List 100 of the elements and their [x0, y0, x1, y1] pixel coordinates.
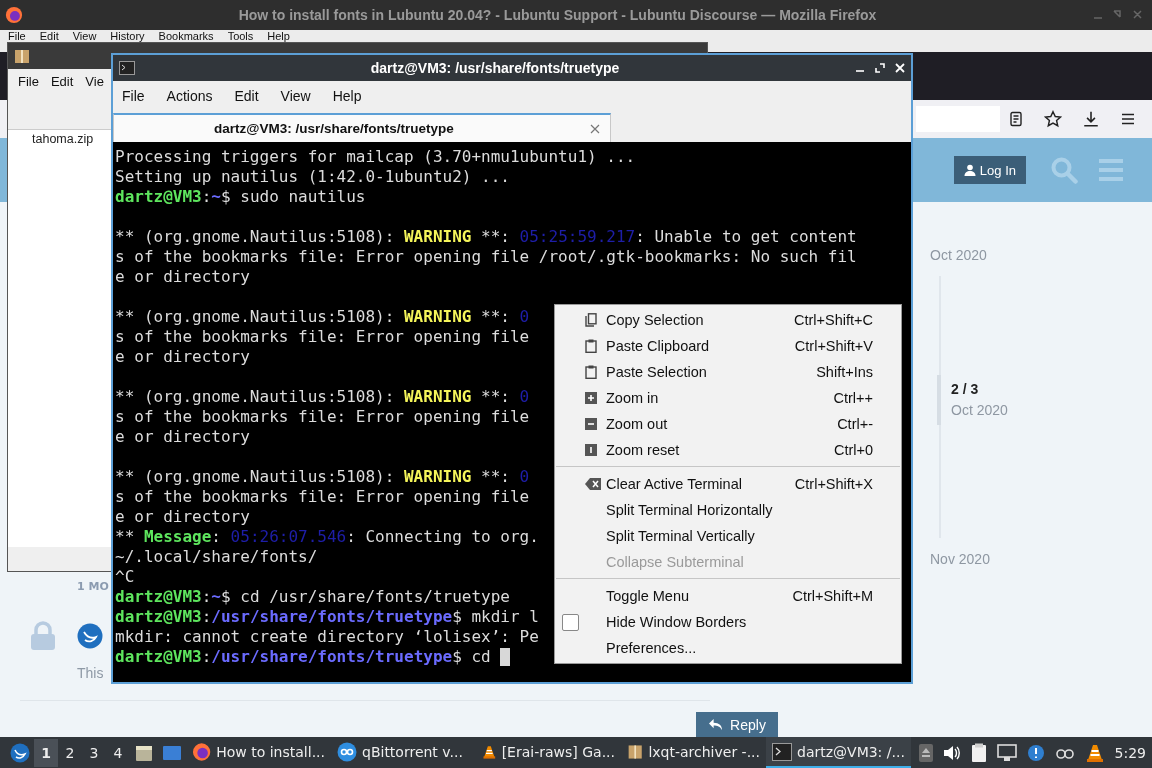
terminal-line: ** (org.gnome.Nautilus:5108): WARNING **: 0	[115, 387, 530, 407]
star-icon[interactable]	[1044, 110, 1062, 128]
window-title: How to install fonts in Lubuntu 20.04? - Lubuntu Support - Lubuntu Discourse — Mozilla Firefox	[237, 7, 878, 23]
timeline-date: Oct 2020	[930, 247, 987, 263]
plus-icon	[585, 392, 597, 404]
menu-item[interactable]: Split Terminal Horizontally	[555, 497, 901, 523]
taskbar-task[interactable]: lxqt-archiver -...	[621, 737, 766, 768]
terminal-line: ** (org.gnome.Nautilus:5108): WARNING **: 05:25:59.217: Unable to get content	[115, 227, 857, 247]
clock: 5:29	[1114, 744, 1146, 761]
menu-item[interactable]: Toggle Menu Ctrl+Shift+M	[555, 583, 901, 609]
timeline-date: Nov 2020	[930, 551, 990, 567]
terminal-line: s of the bookmarks file: Error opening file	[115, 407, 530, 427]
backspace-icon	[585, 478, 601, 490]
desktop-switch[interactable]: 3	[82, 738, 106, 767]
menu-item[interactable]: Zoom in Ctrl++	[555, 385, 901, 411]
terminal-line: s of the bookmarks file: Error opening file	[115, 487, 530, 507]
menu-item[interactable]: History	[110, 30, 145, 42]
reader-view-icon[interactable]	[1008, 111, 1024, 127]
post-position: 2 / 3	[951, 381, 979, 397]
file-name[interactable]: tahoma.zip	[32, 132, 94, 146]
person-icon	[963, 164, 976, 176]
terminal-line: e or directory	[115, 507, 250, 527]
copy-icon	[585, 313, 597, 327]
taskbar-task[interactable]: qBittorrent v...	[331, 737, 476, 768]
maximize-icon[interactable]	[875, 63, 885, 73]
menu-item[interactable]: Help	[332, 88, 362, 104]
desktop-switch[interactable]: 4	[106, 738, 130, 767]
menu-item[interactable]: Split Terminal Vertically	[555, 523, 901, 549]
shortcut-label: Ctrl+0	[833, 442, 873, 458]
traffic-cone-icon[interactable]	[1084, 742, 1105, 763]
menu-item[interactable]: Preferences...	[555, 635, 901, 661]
menu-item[interactable]: File	[122, 88, 145, 104]
checkbox[interactable]	[561, 613, 579, 631]
avatar-icon	[77, 623, 103, 649]
clipboard-icon	[585, 339, 597, 353]
desktop-switch[interactable]: 2	[58, 738, 82, 767]
menu-item[interactable]: Edit	[234, 88, 259, 104]
menu-item[interactable]: Tools	[227, 30, 254, 42]
menu-item[interactable]: Vie	[85, 73, 104, 89]
menu-item[interactable]: File	[18, 73, 39, 89]
timeline-date: Oct 2020	[951, 402, 1008, 418]
login-button[interactable]: Log In	[953, 156, 1026, 184]
menu-item[interactable]: Help	[267, 30, 290, 42]
taskbar-task[interactable]: How to install...	[186, 737, 331, 768]
zoom-reset-icon	[585, 444, 597, 456]
shortcut-label: Ctrl++	[833, 390, 873, 406]
terminal-line: Setting up nautilus (1:42.0-1ubuntu2) ...	[115, 167, 510, 187]
post-excerpt: This	[77, 665, 104, 681]
terminal-icon	[119, 61, 135, 75]
shortcut-label: Ctrl+Shift+X	[794, 476, 873, 492]
taskbar-task[interactable]: [Erai-raws] Ga...	[476, 737, 621, 768]
terminal-line: s of the bookmarks file: Error opening file	[115, 327, 530, 347]
speaker-icon[interactable]	[942, 744, 961, 761]
reply-arrow-icon	[708, 718, 724, 731]
post-age: 1 MO	[77, 580, 109, 593]
clipboard-icon[interactable]	[970, 742, 987, 763]
shortcut-label: Ctrl+Shift+V	[794, 338, 873, 354]
clipboard-icon	[585, 365, 597, 379]
fox-globe-icon	[192, 741, 212, 762]
shortcut-label: Shift+Ins	[816, 364, 873, 380]
menu-item[interactable]: Actions	[166, 88, 213, 104]
terminal-line: Processing triggers for mailcap (3.70+nmu1ubuntu1) ...	[115, 147, 636, 167]
menu-item[interactable]: Clear Active Terminal Ctrl+Shift+X	[555, 471, 901, 497]
terminal-line: dartz@VM3:~$ sudo nautilus	[115, 187, 366, 207]
bird-logo-icon[interactable]	[10, 742, 30, 763]
lock-icon	[29, 621, 57, 651]
desktop-switch[interactable]: 1	[34, 738, 58, 767]
download-icon[interactable]	[1082, 110, 1100, 128]
menu-item[interactable]: View	[280, 88, 311, 104]
terminal-line: e or directory	[115, 427, 250, 447]
terminal-line: ** (org.gnome.Nautilus:5108): WARNING **: 0	[115, 467, 530, 487]
menu-item[interactable]: Edit	[50, 73, 74, 89]
menu-item[interactable]: View	[72, 30, 97, 42]
fox-globe-icon	[5, 6, 23, 24]
menu-icon[interactable]	[1120, 111, 1136, 127]
terminal-line: ^C	[115, 567, 135, 587]
menu-item[interactable]: Bookmarks	[158, 30, 214, 42]
shortcut-label: Ctrl+-	[837, 416, 873, 432]
terminal-tab[interactable]: dartz@VM3: /usr/share/fonts/truetype	[113, 113, 611, 142]
terminal-line: dartz@VM3:~$ cd /usr/share/fonts/truetype	[115, 587, 510, 607]
eject-icon[interactable]	[918, 743, 933, 762]
menu-item[interactable]: Zoom reset Ctrl+0	[555, 437, 901, 463]
terminal-line: ** (org.gnome.Nautilus:5108): WARNING **: 0	[115, 307, 530, 327]
menu-item[interactable]: Zoom out Ctrl+-	[555, 411, 901, 437]
shortcut-label: Ctrl+Shift+C	[794, 312, 873, 328]
reply-button[interactable]: Reply	[696, 712, 778, 737]
terminal-line: ~/.local/share/fonts/	[115, 547, 318, 567]
package-icon	[14, 48, 30, 64]
menu-item[interactable]: Paste Clipboard Ctrl+Shift+V	[555, 333, 901, 359]
menu-item[interactable]: Edit	[39, 30, 59, 42]
menu-item[interactable]: Copy Selection Ctrl+Shift+C	[555, 307, 901, 333]
terminal-line: mkdir: cannot create directory ‘lolisex’: Pe	[115, 627, 539, 647]
terminal-line: s of the bookmarks file: Error opening file /root/.gtk-bookmarks: No such fil	[115, 247, 857, 267]
menu-item[interactable]: File	[8, 30, 26, 42]
terminal-icon	[772, 742, 792, 761]
notification-icon[interactable]	[1026, 743, 1045, 762]
window-controls-icon	[1092, 9, 1142, 21]
menu-item[interactable]: Hide Window Borders	[555, 609, 901, 635]
menu-item[interactable]: Paste Selection Shift+Ins	[555, 359, 901, 385]
taskbar-task[interactable]: dartz@VM3: /...	[766, 737, 911, 768]
